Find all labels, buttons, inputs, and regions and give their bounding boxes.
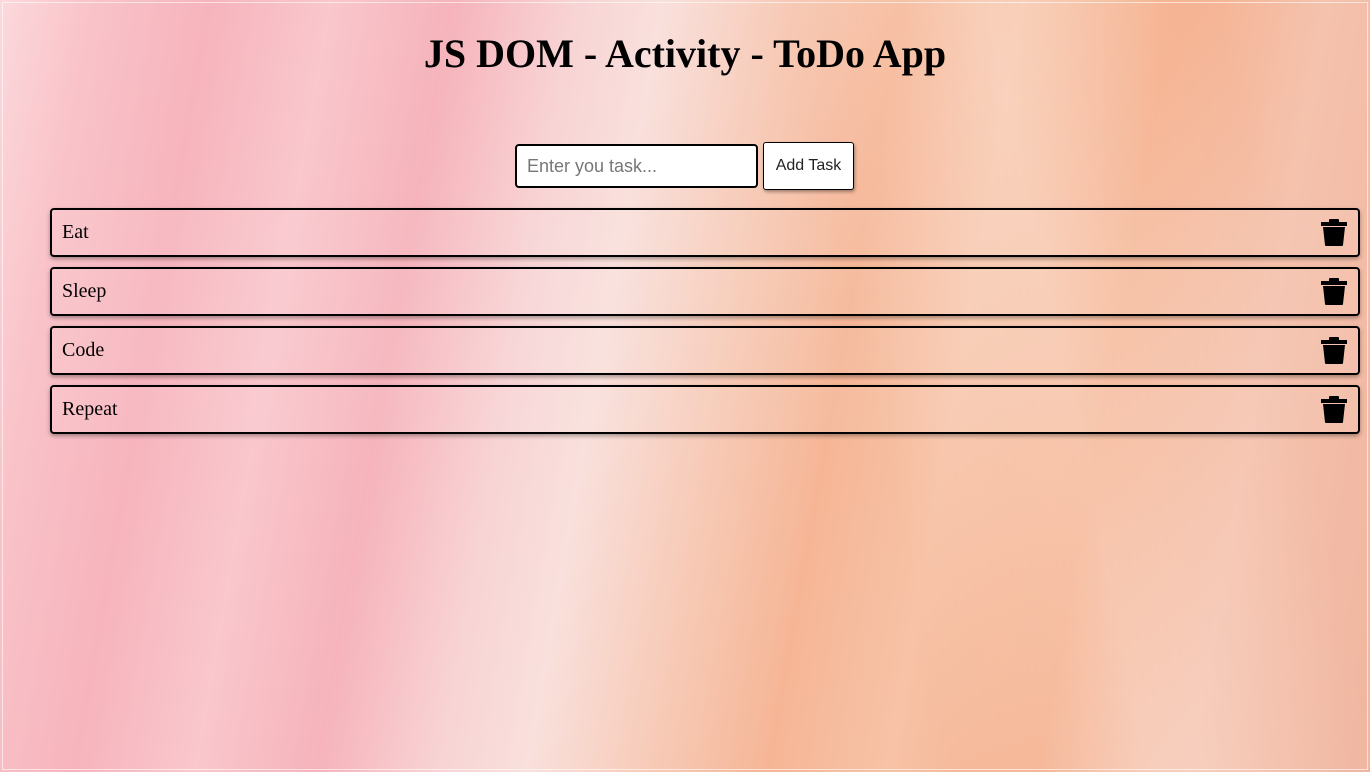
delete-task-button[interactable] [1320,277,1348,306]
trash-icon [1321,219,1347,246]
trash-icon [1321,337,1347,364]
task-label: Repeat [62,398,118,420]
trash-icon [1321,278,1347,305]
delete-task-button[interactable] [1320,395,1348,424]
task-item: Code [50,326,1360,375]
task-item: Repeat [50,385,1360,434]
page-title: JS DOM - Activity - ToDo App [423,31,947,76]
task-list: Eat Sleep Code Repeat [50,208,1360,444]
delete-task-button[interactable] [1320,218,1348,247]
add-task-button[interactable]: Add Task [763,142,854,190]
task-input[interactable] [515,144,758,188]
task-label: Sleep [62,280,107,302]
task-label: Eat [62,221,89,243]
trash-icon [1321,396,1347,423]
task-item: Sleep [50,267,1360,316]
task-label: Code [62,339,105,361]
task-item: Eat [50,208,1360,257]
delete-task-button[interactable] [1320,336,1348,365]
